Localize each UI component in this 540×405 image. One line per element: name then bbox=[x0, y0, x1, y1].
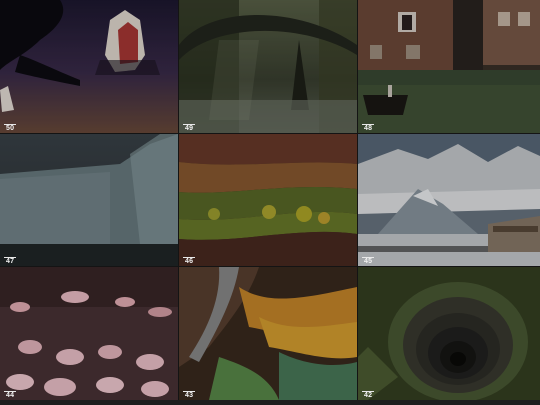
tile-number: 42 bbox=[364, 392, 373, 399]
tile-number: 48 bbox=[364, 125, 373, 132]
tile-number: 50 bbox=[6, 125, 15, 132]
tile-number: 45 bbox=[364, 258, 373, 265]
tile-number: 46 bbox=[185, 258, 194, 265]
tile-number: 47 bbox=[6, 258, 15, 265]
gallery-tile-43[interactable]: 43 bbox=[179, 267, 357, 400]
tile-number: 43 bbox=[185, 392, 194, 399]
gallery-tile-45[interactable]: 45 bbox=[358, 134, 540, 266]
tile-number: 44 bbox=[6, 392, 15, 399]
next-row-peek bbox=[0, 400, 540, 405]
gallery-tile-49[interactable]: 49 bbox=[179, 0, 357, 133]
photo-gallery-grid: 50 49 48 47 46 45 44 43 42 bbox=[0, 0, 540, 405]
tile-number: 49 bbox=[185, 125, 194, 132]
gallery-tile-42[interactable]: 42 bbox=[358, 267, 540, 400]
gallery-tile-50[interactable]: 50 bbox=[0, 0, 178, 133]
gallery-tile-46[interactable]: 46 bbox=[179, 134, 357, 266]
gallery-tile-47[interactable]: 47 bbox=[0, 134, 178, 266]
gallery-tile-44[interactable]: 44 bbox=[0, 267, 178, 400]
gallery-tile-48[interactable]: 48 bbox=[358, 0, 540, 133]
